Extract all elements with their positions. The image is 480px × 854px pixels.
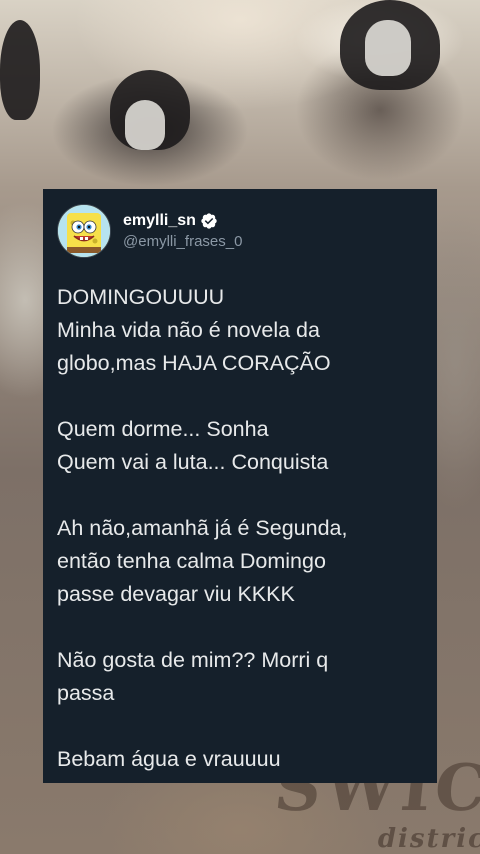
background-figure: [0, 20, 40, 120]
post-text-line: Bebam água e vrauuuu: [57, 747, 281, 771]
post-text-line: Quem dorme... Sonha: [57, 417, 269, 441]
spongebob-avatar-icon[interactable]: [57, 204, 111, 258]
post-text-line: passa: [57, 681, 115, 705]
verified-badge-icon: [201, 213, 217, 229]
post-card: emylli_sn @emylli_frases_0 DOMINGOUUUU M…: [43, 189, 437, 783]
post-author: emylli_sn @emylli_frases_0: [123, 212, 242, 250]
post-text-line: DOMINGOUUUU: [57, 285, 225, 309]
post-text-line: Quem vai a luta... Conquista: [57, 450, 329, 474]
display-name[interactable]: emylli_sn: [123, 212, 196, 230]
post-header: emylli_sn @emylli_frases_0: [57, 199, 421, 263]
post-text-line: Ah não,amanhã já é Segunda,: [57, 516, 348, 540]
post-text-line: passe devagar viu KKKK: [57, 582, 295, 606]
name-row: emylli_sn: [123, 212, 242, 230]
post-text-line: Não gosta de mim?? Morri q: [57, 648, 329, 672]
background-watermark-sub: district: [377, 824, 480, 854]
background-mask: [365, 20, 411, 76]
post-text: DOMINGOUUUU Minha vida não é novela da g…: [57, 281, 421, 776]
post-text-line: Minha vida não é novela da: [57, 318, 320, 342]
post-text-line: então tenha calma Domingo: [57, 549, 326, 573]
background-mask: [125, 100, 165, 150]
post-text-line: globo,mas HAJA CORAÇÃO: [57, 351, 331, 375]
handle[interactable]: @emylli_frases_0: [123, 233, 242, 250]
